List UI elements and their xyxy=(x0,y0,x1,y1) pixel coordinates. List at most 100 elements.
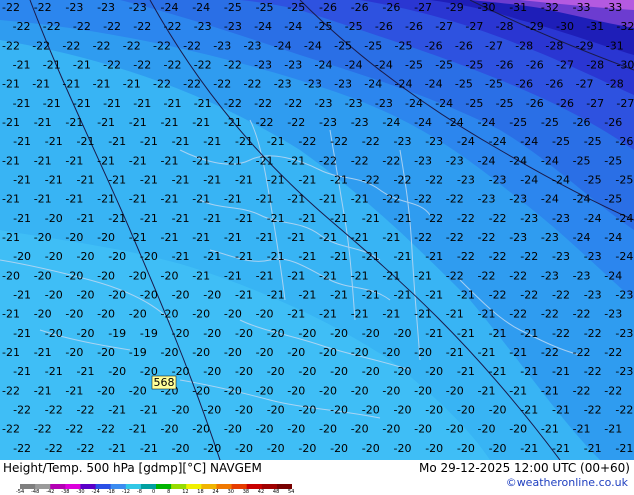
isotherm-value: -21 xyxy=(203,174,221,187)
isotherm-value: -22 xyxy=(2,423,20,436)
isotherm-value: -22 xyxy=(77,442,95,455)
isotherm-value: -21 xyxy=(520,365,538,378)
isotherm-value: -21 xyxy=(192,116,210,129)
isotherm-value: -21 xyxy=(287,193,305,206)
isotherm-value: -22 xyxy=(254,97,272,110)
isotherm-value: -23 xyxy=(584,250,602,263)
isotherm-value: -22 xyxy=(489,289,507,302)
isotherm-value: -31 xyxy=(586,20,604,33)
isotherm-value: -25 xyxy=(615,174,633,187)
isotherm-value: -22 xyxy=(45,404,63,417)
isotherm-value: -20 xyxy=(446,423,464,436)
isotherm-value: -22 xyxy=(446,231,464,244)
isotherm-value: -20 xyxy=(319,346,337,359)
isotherm-value: -21 xyxy=(256,269,274,282)
isotherm-value: -21 xyxy=(457,289,475,302)
isotherm-value: -22 xyxy=(194,59,212,72)
isotherm-value: -20 xyxy=(77,289,95,302)
isotherm-value: -21 xyxy=(77,135,95,148)
isotherm-value: -25 xyxy=(509,116,527,129)
isotherm-value: -23 xyxy=(304,78,322,91)
isotherm-value: -23 xyxy=(319,116,337,129)
isotherm-value: -21 xyxy=(45,174,63,187)
isotherm-value: -25 xyxy=(405,59,423,72)
weather-map: -22 -22 -23 -23 -23 -24 -24 -25 -25 -25 -26 -26 -26-… xyxy=(0,0,634,461)
isotherm-value: -22 xyxy=(382,154,400,167)
isotherm-value: -21 xyxy=(192,193,210,206)
isotherm-value: -21 xyxy=(172,174,190,187)
isotherm-value: -20 xyxy=(382,423,400,436)
isotherm-value: -20 xyxy=(77,250,95,263)
isotherm-value: -21 xyxy=(256,154,274,167)
isotherm-value: -31 xyxy=(606,39,624,52)
isotherm-value: -20 xyxy=(298,327,316,340)
isotherm-value: -21 xyxy=(108,442,126,455)
isotherm-value: -26 xyxy=(319,1,337,14)
isotherm-value: -21 xyxy=(489,327,507,340)
isotherm-value: -25 xyxy=(465,59,483,72)
isotherm-value: -22 xyxy=(319,154,337,167)
credit-link[interactable]: ©weatheronline.co.uk xyxy=(506,476,628,489)
isotherm-value: -21 xyxy=(43,97,61,110)
isotherm-value: -20 xyxy=(330,442,348,455)
isotherm-value: -21 xyxy=(319,231,337,244)
isotherm-value: -20 xyxy=(97,269,115,282)
isotherm-value: -21 xyxy=(520,404,538,417)
isotherm-value: -21 xyxy=(140,442,158,455)
isotherm-value: -22 xyxy=(133,59,151,72)
isotherm-value: -20 xyxy=(298,442,316,455)
isotherm-value: -20 xyxy=(129,269,147,282)
isotherm-value: -22 xyxy=(509,308,527,321)
isotherm-value: -21 xyxy=(108,174,126,187)
isotherm-value: -20 xyxy=(65,346,83,359)
isotherm-value: -20 xyxy=(224,423,242,436)
isotherm-value: -21 xyxy=(520,327,538,340)
isotherm-value: -23 xyxy=(224,20,242,33)
isotherm-value: -21 xyxy=(489,365,507,378)
isotherm-value: -25 xyxy=(256,1,274,14)
isotherm-value: -24 xyxy=(573,231,591,244)
isotherm-value: -23 xyxy=(615,365,633,378)
isotherm-value: -20 xyxy=(362,327,380,340)
isotherm-value: -22 xyxy=(183,78,201,91)
isotherm-value: -21 xyxy=(478,346,496,359)
isotherm-value: -24 xyxy=(584,212,602,225)
isotherm-value: -21 xyxy=(267,174,285,187)
isotherm-value: -25 xyxy=(334,39,352,52)
isotherm-value: -21 xyxy=(394,250,412,263)
isotherm-value: -21 xyxy=(34,384,52,397)
isotherm-value: -22 xyxy=(478,231,496,244)
isotherm-value: -21 xyxy=(362,289,380,302)
isotherm-value: -25 xyxy=(496,97,514,110)
isotherm-value: -21 xyxy=(13,327,31,340)
isotherm-value: -21 xyxy=(520,442,538,455)
isotherm-value: -32 xyxy=(541,1,559,14)
isotherm-value: -24 xyxy=(284,20,302,33)
isotherm-value: -21 xyxy=(13,97,31,110)
isotherm-value: -24 xyxy=(457,135,475,148)
isotherm-value: -21 xyxy=(13,59,31,72)
isotherm-value: -21 xyxy=(330,174,348,187)
isotherm-value: -20 xyxy=(267,327,285,340)
isotherm-value: -25 xyxy=(584,174,602,187)
isotherm-value: -21 xyxy=(140,404,158,417)
isotherm-value: -22 xyxy=(414,231,432,244)
isotherm-value: -20 xyxy=(414,346,432,359)
isotherm-value: -24 xyxy=(304,39,322,52)
isotherm-value: -24 xyxy=(552,174,570,187)
isotherm-value: -21 xyxy=(319,269,337,282)
isotherm-value: -26 xyxy=(375,20,393,33)
isotherm-value: -20 xyxy=(382,384,400,397)
isotherm-value: -19 xyxy=(129,346,147,359)
isotherm-value: -21 xyxy=(194,97,212,110)
isotherm-value: -27 xyxy=(485,39,503,52)
isotherm-value: -21 xyxy=(97,154,115,167)
isotherm-value: -22 xyxy=(43,20,61,33)
isotherm-value: -20 xyxy=(108,250,126,263)
isotherm-value: -29 xyxy=(446,1,464,14)
isotherm-value: -21 xyxy=(13,289,31,302)
isotherm-value: -22 xyxy=(552,289,570,302)
isotherm-value: -21 xyxy=(330,212,348,225)
isotherm-value: -21 xyxy=(129,116,147,129)
isotherm-value: -21 xyxy=(62,78,80,91)
